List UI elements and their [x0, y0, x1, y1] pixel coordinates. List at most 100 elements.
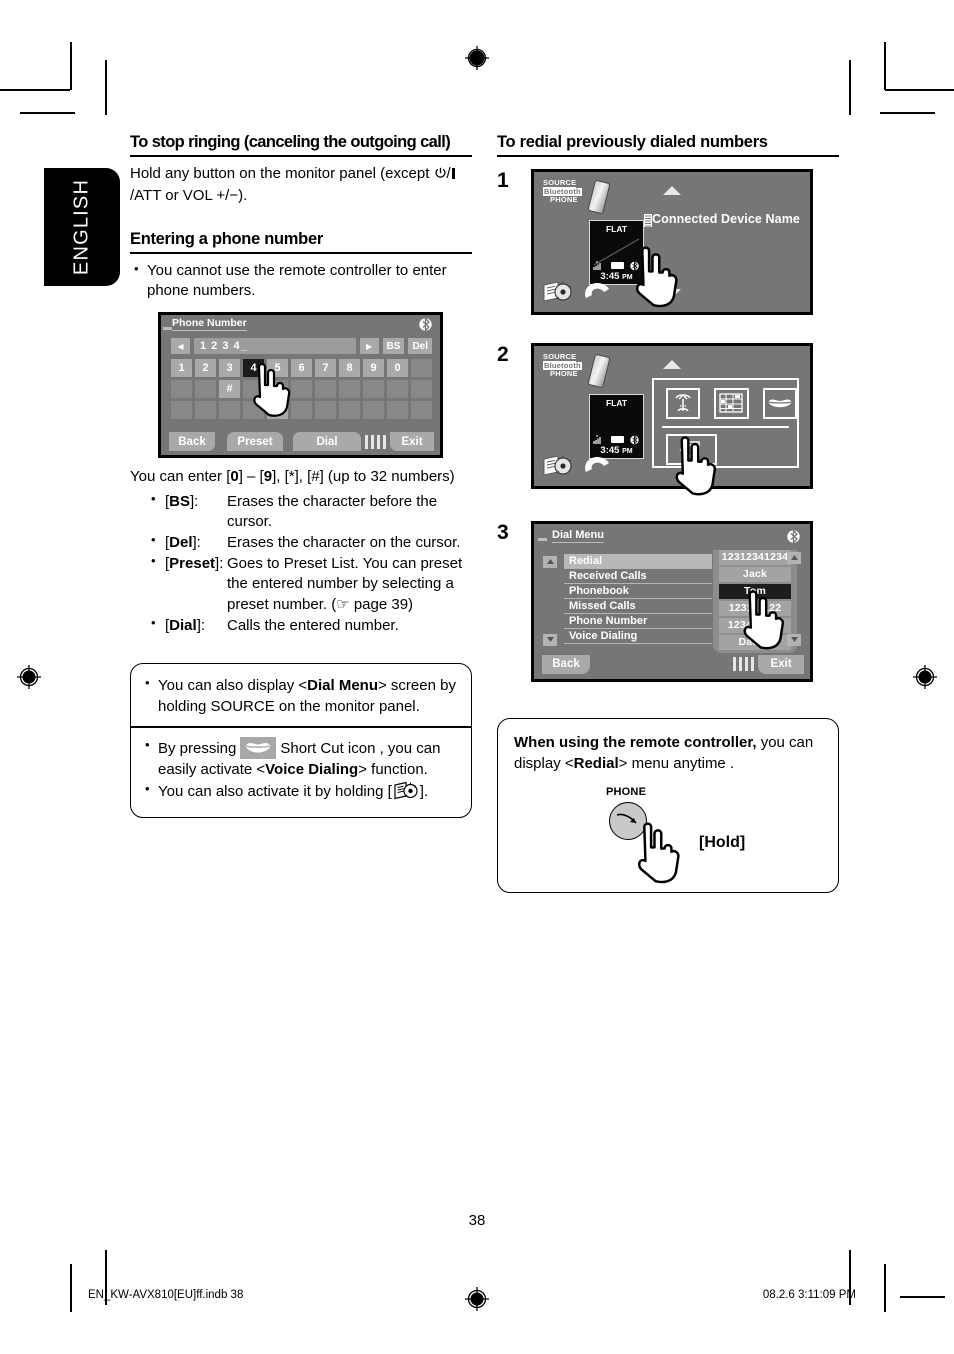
- resize-grip[interactable]: [365, 434, 387, 449]
- cursor-right-button[interactable]: ▶: [359, 338, 379, 354]
- entering-phone-bullets: You cannot use the remote controller to …: [130, 260, 472, 302]
- source-label-block-2: SOURCE Bluetooth PHONE: [543, 352, 615, 389]
- note-bullet-dial-menu: You can also display <Dial Menu> screen …: [141, 674, 457, 718]
- dial-entry-4[interactable]: 123456789: [719, 617, 791, 633]
- key-blank-r3-8[interactable]: [339, 401, 360, 419]
- key-blank-r3-1[interactable]: [171, 401, 192, 419]
- menu-scroll-down-button[interactable]: [543, 633, 557, 646]
- key-def-preset-key: [Preset]:: [165, 554, 224, 572]
- entry-scroll-up-button[interactable]: [787, 551, 801, 564]
- key-blank-r2-9[interactable]: [363, 380, 384, 398]
- key-5[interactable]: 5: [267, 359, 288, 377]
- key-1[interactable]: 1: [171, 359, 192, 377]
- keypad-grid: 1 2 3 4 5 6 7 8 9 0 # *: [171, 359, 432, 422]
- page-number: 38: [468, 1212, 486, 1229]
- step-2-screen: SOURCE Bluetooth PHONE FLAT 3:45 PM: [531, 342, 813, 496]
- key-blank-r3-10[interactable]: [387, 401, 408, 419]
- key-7[interactable]: 7: [315, 359, 336, 377]
- power-icon: [434, 166, 447, 187]
- key-blank-r2-7[interactable]: [315, 380, 336, 398]
- bs-button[interactable]: BS: [382, 338, 405, 354]
- key-blank-r2-2[interactable]: [195, 380, 216, 398]
- dial-menu-item-voice-dialing[interactable]: Voice Dialing: [564, 629, 712, 644]
- exit-button[interactable]: Exit: [390, 432, 434, 451]
- key-blank-r2-6[interactable]: [291, 380, 312, 398]
- enter-range-line: You can enter [0] – [9], [*], [#] (up to…: [130, 468, 455, 485]
- key-blank-r2-11[interactable]: [411, 380, 432, 398]
- dial-menu-exit-button[interactable]: Exit: [758, 654, 804, 674]
- lips-icon[interactable]: [762, 387, 797, 419]
- key-blank-r3-2[interactable]: [195, 401, 216, 419]
- phone-hook-icon-1[interactable]: [582, 281, 612, 308]
- menu-scroll-up-button[interactable]: [543, 555, 557, 568]
- connected-device-name[interactable]: Connected Device Name: [652, 212, 800, 226]
- phone-number-titlebar: Phone Number: [161, 315, 440, 333]
- key-blank-r2-5[interactable]: [267, 380, 288, 398]
- phone-number-field[interactable]: 1 2 3 4_: [194, 338, 356, 354]
- dial-button[interactable]: Dial: [293, 432, 361, 451]
- key-def-dial-key: [Dial]:: [165, 616, 206, 634]
- disc-menu-icon-screen-1[interactable]: [542, 280, 574, 309]
- scroll-down-arrow-1[interactable]: [663, 288, 681, 298]
- key-9[interactable]: 9: [363, 359, 384, 377]
- redial-exit-icon[interactable]: [666, 433, 717, 465]
- dial-menu-item-phonebook[interactable]: Phonebook: [564, 584, 712, 599]
- key-blank-r3-11[interactable]: [411, 401, 432, 419]
- entry-scroll-down-button[interactable]: [787, 633, 801, 646]
- cursor-left-button[interactable]: ◀: [171, 338, 190, 354]
- crop-mark-br-v: [884, 1264, 886, 1312]
- key-asterisk[interactable]: *: [267, 401, 288, 419]
- scroll-up-arrow-2[interactable]: [663, 359, 681, 369]
- dial-menu-item-redial[interactable]: Redial: [564, 553, 712, 569]
- dial-entry-2[interactable]: Tom: [719, 583, 791, 599]
- key-blank-r3-4[interactable]: [243, 401, 264, 419]
- cursor-left-icon: ◀: [177, 341, 184, 351]
- crop-mark-tr-h2: [880, 112, 935, 114]
- del-button[interactable]: Del: [408, 338, 432, 354]
- eq-preview-box-2[interactable]: FLAT 3:45 PM: [589, 393, 644, 459]
- key-2[interactable]: 2: [195, 359, 216, 377]
- footer-timestamp: 08.2.6 3:11:09 PM: [762, 1289, 856, 1301]
- key-8[interactable]: 8: [339, 359, 360, 377]
- key-0[interactable]: 0: [387, 359, 408, 377]
- dial-menu-item-phone-number[interactable]: Phone Number: [564, 614, 712, 629]
- eq-preview-box-1[interactable]: FLAT 3:45 PM: [589, 219, 644, 285]
- scroll-up-arrow-1[interactable]: [663, 185, 681, 195]
- dial-menu-item-missed-calls[interactable]: Missed Calls: [564, 599, 712, 614]
- back-button[interactable]: Back: [169, 432, 215, 451]
- key-blank-r2-10[interactable]: [387, 380, 408, 398]
- bluetooth-icon-dial-menu: [787, 529, 800, 549]
- key-hash[interactable]: #: [219, 380, 240, 398]
- note-bullet-shortcut-post: > function.: [358, 760, 428, 778]
- key-blank-r2-4[interactable]: [243, 380, 264, 398]
- dial-entry-5[interactable]: Daddy: [719, 634, 791, 650]
- key-def-bs: [BS]: Erases the character before the cu…: [148, 490, 472, 533]
- key-blank-r3-3[interactable]: [219, 401, 240, 419]
- key-blank-r1[interactable]: [411, 359, 432, 377]
- key-4[interactable]: 4: [243, 359, 264, 377]
- dial-entry-1[interactable]: Jack: [719, 566, 791, 582]
- note-bullet-hold-pre: You can also activate it by holding [: [158, 783, 392, 801]
- phone-hook-icon-2[interactable]: [582, 455, 612, 482]
- disc-menu-icon-screen-2[interactable]: [542, 454, 574, 483]
- dial-menu-grip[interactable]: [733, 657, 755, 672]
- dial-entry-3[interactable]: 123111122: [719, 600, 791, 616]
- phone-number-bottom-bar: Back Preset Dial Exit: [169, 432, 434, 451]
- antenna-icon[interactable]: [666, 387, 701, 419]
- dial-menu-item-received-calls[interactable]: Received Calls: [564, 569, 712, 584]
- remote-note-bold2: Redial: [573, 754, 619, 772]
- key-blank-r3-6[interactable]: [291, 401, 312, 419]
- key-6[interactable]: 6: [291, 359, 312, 377]
- key-blank-r3-7[interactable]: [315, 401, 336, 419]
- key-blank-r2-8[interactable]: [339, 380, 360, 398]
- footer-file-name: EN_KW-AVX810[EU]ff.indb 38: [88, 1289, 244, 1301]
- key-blank-r3-9[interactable]: [363, 401, 384, 419]
- bullet-remote-controller: You cannot use the remote controller to …: [130, 260, 472, 302]
- key-blank-r2-1[interactable]: [171, 380, 192, 398]
- dial-menu-back-button[interactable]: Back: [542, 654, 590, 674]
- keypad-icon[interactable]: [714, 387, 749, 419]
- preset-button[interactable]: Preset: [227, 432, 283, 451]
- dial-entry-0[interactable]: 12312341234: [719, 549, 791, 565]
- crop-mark-tl-h2: [20, 112, 75, 114]
- key-3[interactable]: 3: [219, 359, 240, 377]
